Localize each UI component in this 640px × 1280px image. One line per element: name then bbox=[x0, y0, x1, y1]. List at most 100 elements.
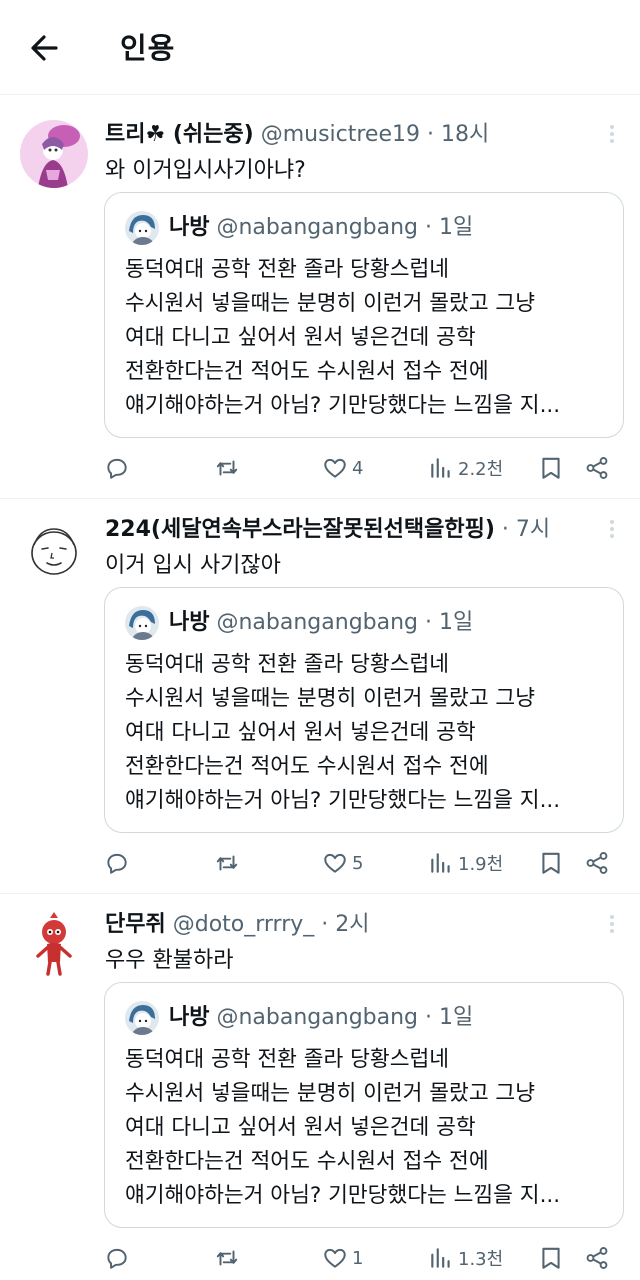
avatar-blue-character-icon bbox=[125, 211, 159, 245]
repost-icon bbox=[216, 460, 238, 476]
quoted-author-handle: @nabangangbang bbox=[216, 1005, 419, 1030]
quoted-header: 나방 @nabangangbang · 1일 bbox=[169, 604, 473, 642]
repost-button[interactable] bbox=[214, 450, 240, 486]
arrow-left-icon bbox=[31, 35, 58, 61]
author-name[interactable]: 224(세달연속부스라는잘못된선택을한핑) bbox=[105, 517, 495, 542]
bookmark-button[interactable] bbox=[538, 845, 564, 881]
analytics-icon bbox=[431, 458, 450, 478]
quoted-author-name: 나방 bbox=[169, 610, 210, 635]
repost-icon bbox=[216, 1250, 238, 1266]
tweet[interactable]: 224(세달연속부스라는잘못된선택을한핑) · 7시 이거 입시 사기잖아 나방… bbox=[0, 499, 640, 894]
heart-icon bbox=[324, 458, 346, 478]
quoted-author-handle: @nabangangbang bbox=[216, 215, 419, 240]
top-bar: 인용 bbox=[0, 0, 640, 95]
share-button[interactable] bbox=[584, 845, 610, 881]
separator-dot: · bbox=[427, 122, 434, 147]
quoted-tweet[interactable]: 나방 @nabangangbang · 1일 동덕여대 공학 전환 졸라 당황스… bbox=[104, 982, 624, 1228]
repost-button[interactable] bbox=[214, 845, 240, 881]
avatar-blue-character-icon bbox=[125, 1001, 159, 1035]
quoted-text-line: 동덕여대 공학 전환 졸라 당황스럽네 bbox=[125, 257, 450, 282]
quoted-text-line: 얘기해야하는거 아님? 기만당했다는 느낌을 지... bbox=[125, 393, 561, 418]
views-button[interactable]: 1.3천 bbox=[428, 1240, 503, 1276]
quoted-author-name: 나방 bbox=[169, 215, 210, 240]
quoted-tweet[interactable]: 나방 @nabangangbang · 1일 동덕여대 공학 전환 졸라 당황스… bbox=[104, 192, 624, 438]
more-dots-icon bbox=[610, 915, 614, 919]
more-options-button[interactable] bbox=[606, 912, 618, 938]
quoted-text: 동덕여대 공학 전환 졸라 당황스럽네 수시원서 넣을때는 분명히 이런거 몰랐… bbox=[125, 253, 560, 423]
like-button[interactable]: 1 bbox=[322, 1240, 363, 1276]
quoted-timestamp: 1일 bbox=[439, 610, 474, 635]
author-handle[interactable]: @doto_rrrry_ bbox=[173, 912, 315, 937]
quoted-timestamp: 1일 bbox=[439, 215, 474, 240]
quoted-text-line: 수시원서 넣을때는 분명히 이런거 몰랐고 그냥 bbox=[125, 686, 535, 711]
heart-icon bbox=[324, 853, 346, 873]
action-bar: 5 1.9천 bbox=[104, 845, 624, 881]
quoted-author-handle: @nabangangbang bbox=[216, 610, 419, 635]
share-button[interactable] bbox=[584, 450, 610, 486]
avatar-red-figure-icon bbox=[20, 910, 88, 978]
quoted-text-line: 전환한다는건 적어도 수시원서 접수 전에 bbox=[125, 359, 489, 384]
tweet[interactable]: 단무쥐 @doto_rrrry_ · 2시 우우 환불하라 나방 @nabang… bbox=[0, 894, 640, 1280]
quoted-timestamp: 1일 bbox=[439, 1005, 474, 1030]
quoted-header: 나방 @nabangangbang · 1일 bbox=[169, 999, 473, 1037]
quoted-text-line: 전환한다는건 적어도 수시원서 접수 전에 bbox=[125, 1149, 489, 1174]
reply-button[interactable] bbox=[104, 1240, 130, 1276]
tweet-header: 트리☘ (쉬는중) @musictree19 · 18시 bbox=[105, 118, 489, 152]
repost-icon bbox=[216, 855, 238, 871]
bookmark-icon bbox=[542, 1247, 560, 1269]
reply-button[interactable] bbox=[104, 450, 130, 486]
more-dots-icon bbox=[610, 520, 614, 524]
reply-icon bbox=[107, 458, 127, 479]
quoted-avatar bbox=[125, 211, 159, 245]
timestamp[interactable]: 18시 bbox=[441, 122, 489, 147]
quoted-author-name: 나방 bbox=[169, 1005, 210, 1030]
more-options-button[interactable] bbox=[606, 517, 618, 543]
author-name[interactable]: 트리☘ (쉬는중) bbox=[105, 122, 254, 147]
author-handle[interactable]: @musictree19 bbox=[261, 122, 420, 147]
back-button[interactable] bbox=[26, 28, 66, 68]
avatar-pink-illustration-icon bbox=[20, 120, 88, 188]
quoted-avatar bbox=[125, 606, 159, 640]
analytics-icon bbox=[431, 853, 450, 873]
quoted-text-line: 전환한다는건 적어도 수시원서 접수 전에 bbox=[125, 754, 489, 779]
reply-button[interactable] bbox=[104, 845, 130, 881]
like-button[interactable]: 4 bbox=[322, 450, 363, 486]
quoted-tweet[interactable]: 나방 @nabangangbang · 1일 동덕여대 공학 전환 졸라 당황스… bbox=[104, 587, 624, 833]
avatar[interactable] bbox=[20, 515, 88, 583]
action-bar: 4 2.2천 bbox=[104, 450, 624, 486]
repost-button[interactable] bbox=[214, 1240, 240, 1276]
avatar-blue-character-icon bbox=[125, 606, 159, 640]
quoted-text-line: 동덕여대 공학 전환 졸라 당황스럽네 bbox=[125, 652, 450, 677]
views-button[interactable]: 2.2천 bbox=[428, 450, 503, 486]
avatar-face-sketch-icon bbox=[20, 515, 88, 583]
quoted-text-line: 얘기해야하는거 아님? 기만당했다는 느낌을 지... bbox=[125, 1183, 561, 1208]
views-button[interactable]: 1.9천 bbox=[428, 845, 503, 881]
author-name[interactable]: 단무쥐 bbox=[105, 912, 166, 937]
timestamp[interactable]: 2시 bbox=[335, 912, 369, 937]
share-icon bbox=[586, 457, 608, 479]
avatar[interactable] bbox=[20, 910, 88, 978]
quoted-text-line: 여대 다니고 싶어서 원서 넣은건데 공학 bbox=[125, 325, 476, 350]
like-count: 4 bbox=[352, 457, 364, 479]
share-icon bbox=[586, 1247, 608, 1269]
bookmark-button[interactable] bbox=[538, 1240, 564, 1276]
tweet-text: 우우 환불하라 bbox=[105, 948, 234, 973]
view-count: 2.2천 bbox=[458, 459, 504, 480]
avatar[interactable] bbox=[20, 120, 88, 188]
quoted-text-line: 수시원서 넣을때는 분명히 이런거 몰랐고 그냥 bbox=[125, 1081, 535, 1106]
quoted-text: 동덕여대 공학 전환 졸라 당황스럽네 수시원서 넣을때는 분명히 이런거 몰랐… bbox=[125, 648, 560, 818]
page-title: 인용 bbox=[120, 31, 176, 65]
like-count: 5 bbox=[352, 852, 364, 874]
share-button[interactable] bbox=[584, 1240, 610, 1276]
more-dots-icon bbox=[610, 125, 614, 129]
separator-dot: · bbox=[425, 610, 433, 635]
bookmark-button[interactable] bbox=[538, 450, 564, 486]
quoted-text-line: 여대 다니고 싶어서 원서 넣은건데 공학 bbox=[125, 1115, 476, 1140]
reply-icon bbox=[107, 853, 127, 874]
tweet[interactable]: 트리☘ (쉬는중) @musictree19 · 18시 와 이거입시사기아냐?… bbox=[0, 104, 640, 499]
like-button[interactable]: 5 bbox=[322, 845, 363, 881]
quoted-text-line: 얘기해야하는거 아님? 기만당했다는 느낌을 지... bbox=[125, 788, 561, 813]
more-options-button[interactable] bbox=[606, 122, 618, 148]
quoted-avatar bbox=[125, 1001, 159, 1035]
timestamp[interactable]: 7시 bbox=[516, 517, 550, 542]
